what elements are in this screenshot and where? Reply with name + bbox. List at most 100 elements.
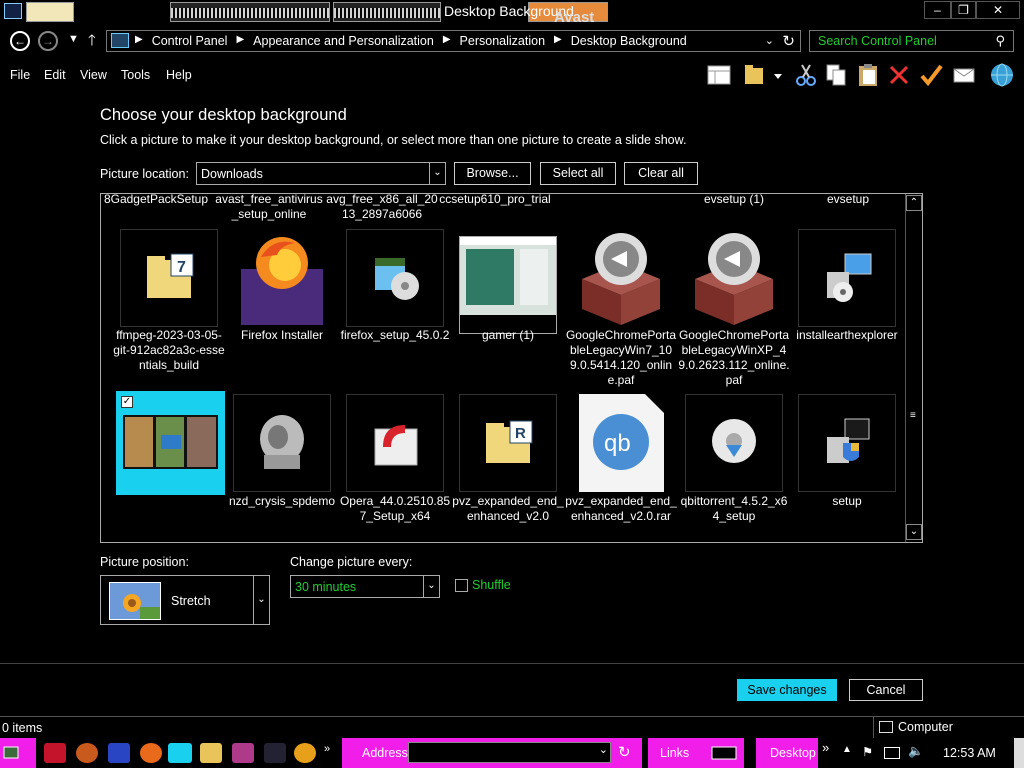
- show-hidden-icons-chevron-icon[interactable]: ▲: [842, 744, 852, 755]
- gallery-item-caption[interactable]: ccsetup610_pro_trial: [439, 194, 551, 207]
- delete-icon[interactable]: [886, 62, 912, 88]
- cut-icon[interactable]: [793, 62, 819, 88]
- gallery-item-thumbnail[interactable]: [685, 229, 783, 327]
- up-arrow-icon[interactable]: 🡑: [88, 30, 96, 55]
- taskbar-address-input[interactable]: ⌄: [408, 742, 611, 763]
- scroll-down-chevron-icon[interactable]: ⌄: [906, 524, 922, 540]
- gallery-item-thumbnail[interactable]: [233, 229, 331, 327]
- forward-arrow-icon[interactable]: →: [38, 31, 58, 51]
- cancel-button[interactable]: Cancel: [849, 679, 923, 701]
- gallery-item-thumbnail[interactable]: [346, 394, 444, 492]
- breadcrumb-item[interactable]: Desktop Background: [571, 34, 687, 48]
- gallery-item-caption[interactable]: nzd_crysis_spdemo: [226, 494, 338, 509]
- shuffle-label[interactable]: Shuffle: [472, 578, 511, 592]
- chevron-down-icon[interactable]: ⌄: [253, 576, 269, 624]
- gallery-item-caption[interactable]: evsetup (1): [678, 194, 790, 207]
- gallery-item-thumbnail[interactable]: 7: [120, 229, 218, 327]
- maximize-button[interactable]: ❐: [951, 1, 976, 19]
- change-interval-select[interactable]: 30 minutes ⌄: [290, 575, 440, 598]
- keyboard-toolbar[interactable]: [704, 738, 744, 768]
- gallery-item-caption[interactable]: evsetup: [792, 194, 904, 207]
- gallery-item-caption[interactable]: pvz_expanded_end_enhanced_v2.0: [452, 494, 564, 524]
- gallery-item-caption[interactable]: pvz_expanded_end_enhanced_v2.0.rar: [565, 494, 677, 524]
- breadcrumb-item[interactable]: Control Panel: [152, 34, 228, 48]
- gallery-item-caption[interactable]: ffmpeg-2023-03-05-git-912ac82a3c-essenti…: [113, 328, 225, 373]
- copy-icon[interactable]: [823, 62, 849, 88]
- search-icon[interactable]: ⚲: [995, 33, 1005, 49]
- gallery-item-caption[interactable]: gamer (1): [452, 328, 564, 343]
- action-center-flag-icon[interactable]: ⚑: [862, 744, 873, 759]
- gallery-item-caption[interactable]: installearthexplorer: [791, 328, 903, 343]
- gallery-item-caption[interactable]: avg_free_x86_all_2013_2897a6066: [326, 194, 438, 222]
- ccleaner-icon[interactable]: [76, 743, 98, 763]
- taskbar-thumbnail[interactable]: [333, 2, 441, 22]
- gallery-item-caption[interactable]: GoogleChromePortableLegacyWin7_109.0.541…: [565, 328, 677, 388]
- gallery-item-caption[interactable]: Firefox Installer: [226, 328, 338, 343]
- overflow-chevron-icon[interactable]: »: [324, 743, 336, 763]
- globe-icon[interactable]: [989, 62, 1015, 88]
- gallery-item-selected[interactable]: ✓: [116, 391, 225, 495]
- gallery-scrollbar[interactable]: ⌃ ≡ ⌄: [905, 194, 922, 542]
- links-toolbar[interactable]: Links: [648, 738, 704, 768]
- browse-button[interactable]: Browse...: [454, 162, 531, 185]
- system-clock[interactable]: 12:53 AM: [943, 746, 996, 760]
- gallery-item-thumbnail[interactable]: qb: [579, 394, 664, 492]
- save-changes-button[interactable]: Save changes: [737, 679, 837, 701]
- picture-position-select[interactable]: Stretch ⌄: [100, 575, 270, 625]
- breadcrumb-separator-icon[interactable]: ▶: [236, 34, 244, 48]
- minimize-button[interactable]: –: [924, 1, 951, 19]
- close-button[interactable]: ✕: [976, 1, 1020, 19]
- menu-edit[interactable]: Edit: [44, 68, 66, 82]
- menu-tools[interactable]: Tools: [121, 68, 150, 82]
- gallery-item-thumbnail[interactable]: [233, 394, 331, 492]
- go-refresh-icon[interactable]: ↻: [618, 743, 631, 761]
- properties-check-icon[interactable]: [918, 62, 944, 88]
- gallery-item-caption[interactable]: Opera_44.0.2510.857_Setup_x64: [339, 494, 451, 524]
- gallery-item-caption[interactable]: setup: [791, 494, 903, 509]
- clear-all-button[interactable]: Clear all: [624, 162, 698, 185]
- gallery-item-thumbnail[interactable]: [685, 394, 783, 492]
- layout-pane-icon[interactable]: [706, 62, 732, 88]
- address-dropdown-chevron-icon[interactable]: ⌄: [765, 34, 774, 47]
- address-bar[interactable]: ▶ Control Panel ▶ Appearance and Persona…: [106, 30, 801, 52]
- picture-gallery[interactable]: 8GadgetPackSetup avast_free_antivirus_se…: [100, 193, 923, 543]
- rss-icon[interactable]: [140, 743, 162, 763]
- select-all-button[interactable]: Select all: [540, 162, 616, 185]
- breadcrumb-item[interactable]: Appearance and Personalization: [253, 34, 434, 48]
- selected-checkbox[interactable]: ✓: [121, 396, 133, 408]
- scroll-thumb-grip-icon[interactable]: ≡: [910, 411, 916, 421]
- picture-location-select[interactable]: Downloads ⌄: [196, 162, 446, 185]
- show-desktop-button[interactable]: [1014, 738, 1024, 768]
- gallery-item-caption[interactable]: avast_free_antivirus_setup_online: [213, 194, 325, 222]
- menu-view[interactable]: View: [80, 68, 107, 82]
- folder-options-icon[interactable]: [742, 62, 786, 88]
- desktop-toolbar-label[interactable]: Desktop: [770, 746, 816, 760]
- scroll-up-chevron-icon[interactable]: ⌃: [906, 195, 922, 211]
- start-button[interactable]: [0, 738, 36, 768]
- people-icon[interactable]: [264, 743, 286, 763]
- chevron-down-icon[interactable]: ⌄: [599, 743, 608, 756]
- gallery-item-thumbnail[interactable]: [459, 236, 557, 334]
- gallery-item-caption[interactable]: GoogleChromePortableLegacyWinXP_49.0.262…: [678, 328, 790, 388]
- gallery-item-caption[interactable]: firefox_setup_45.0.2: [339, 328, 451, 343]
- folder-icon[interactable]: [200, 743, 222, 763]
- refresh-icon[interactable]: ↻: [782, 32, 795, 50]
- shuffle-checkbox[interactable]: [455, 579, 468, 592]
- settings-gear-icon[interactable]: [108, 743, 130, 763]
- taskbar-thumbnail[interactable]: [170, 2, 330, 22]
- back-arrow-icon[interactable]: ←: [10, 31, 30, 51]
- links-toolbar-label[interactable]: Links: [660, 746, 689, 760]
- breadcrumb-separator-icon[interactable]: ▶: [443, 34, 451, 48]
- gallery-item-thumbnail[interactable]: [798, 394, 896, 492]
- paste-icon[interactable]: [855, 62, 881, 88]
- search-input[interactable]: Search Control Panel ⚲: [809, 30, 1014, 52]
- breadcrumb-separator-icon[interactable]: ▶: [554, 34, 562, 48]
- taskbar-overflow-chevron-icon[interactable]: »: [822, 740, 829, 755]
- gallery-item-thumbnail[interactable]: [572, 229, 670, 327]
- gallery-item-caption[interactable]: 8GadgetPackSetup: [101, 194, 212, 207]
- control-panel-taskbar-icon[interactable]: [168, 743, 192, 763]
- gallery-item-thumbnail[interactable]: [346, 229, 444, 327]
- gallery-item-caption[interactable]: qbittorrent_4.5.2_x64_setup: [678, 494, 790, 524]
- desktop-toolbar[interactable]: Desktop: [756, 738, 818, 768]
- chevron-down-icon[interactable]: ⌄: [423, 576, 439, 597]
